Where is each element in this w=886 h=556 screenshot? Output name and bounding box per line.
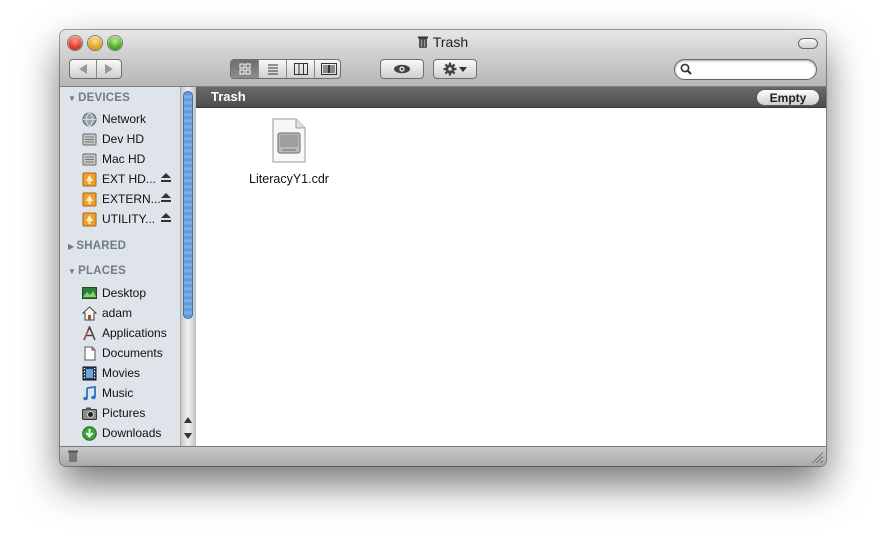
eject-icon[interactable]: [161, 193, 171, 205]
sidebar-item-label: EXT HD...: [102, 172, 156, 186]
action-menu-button[interactable]: [433, 59, 477, 79]
view-mode-group: [230, 59, 341, 79]
music-note-icon: [82, 385, 97, 401]
search-icon: [680, 63, 692, 75]
scroll-up-arrow-icon[interactable]: [184, 417, 192, 423]
external-drive-icon: [82, 192, 97, 207]
disclosure-open-icon: ▼: [68, 94, 77, 103]
back-button[interactable]: [70, 60, 97, 78]
scroll-down-arrow-icon[interactable]: [184, 433, 192, 439]
shared-section-header[interactable]: ▶ SHARED: [68, 240, 126, 252]
desktop-icon: [82, 286, 97, 301]
sidebar-item-applications[interactable]: Applications: [82, 324, 174, 342]
hard-drive-icon: [82, 132, 97, 147]
empty-trash-button[interactable]: Empty: [756, 89, 820, 106]
sidebar-item-network[interactable]: Network: [82, 110, 174, 128]
sidebar-item-downloads[interactable]: Downloads: [82, 424, 174, 442]
sidebar-item-label: Downloads: [102, 426, 162, 440]
sidebar-item-mac-hd[interactable]: Mac HD: [82, 150, 174, 168]
window-title: Trash: [432, 34, 469, 50]
icon-view-button[interactable]: [231, 60, 259, 78]
disk-image-document-icon: [272, 118, 306, 163]
file-name-label: LiteracyY1.cdr: [249, 172, 329, 186]
shared-header-label: SHARED: [76, 240, 127, 252]
sidebar-item-music[interactable]: Music: [82, 384, 174, 402]
network-globe-icon: [82, 112, 97, 127]
list-view-icon: [267, 64, 278, 75]
back-arrow-icon: [79, 64, 87, 74]
sidebar-item-pictures[interactable]: Pictures: [82, 404, 174, 422]
sidebar-item-label: Mac HD: [102, 152, 146, 166]
sidebar-item-label: Network: [102, 112, 147, 126]
search-input[interactable]: [695, 62, 814, 78]
folder-header-bar: Trash Empty: [196, 87, 826, 108]
applications-icon: [82, 325, 97, 341]
sidebar-item-label: Music: [102, 386, 134, 400]
status-bar: [60, 446, 826, 466]
sidebar-item-label: Movies: [102, 366, 141, 380]
finder-window: Trash ▼ DEVICES Network Dev HD Mac HD EX…: [60, 30, 826, 466]
eject-icon[interactable]: [161, 213, 171, 225]
column-view-button[interactable]: [287, 60, 315, 78]
external-drive-icon: [82, 172, 97, 187]
folder-title: Trash: [211, 89, 246, 104]
file-browser-area: LiteracyY1.cdr: [196, 108, 826, 446]
sidebar-item-dev-hd[interactable]: Dev HD: [82, 130, 174, 148]
back-forward-group: [69, 59, 122, 79]
sidebar-item-label: Documents: [102, 346, 163, 360]
forward-button[interactable]: [96, 60, 122, 78]
icon-view-icon: [239, 63, 250, 75]
sidebar-item-label: Dev HD: [102, 132, 145, 146]
download-arrow-icon: [82, 425, 97, 441]
list-view-button[interactable]: [259, 60, 287, 78]
hard-drive-icon: [82, 152, 97, 167]
sidebar-item-label: UTILITY...: [102, 212, 156, 226]
sidebar: ▼ DEVICES Network Dev HD Mac HD EXT HD..…: [60, 87, 195, 446]
devices-section-header[interactable]: ▼ DEVICES: [68, 92, 130, 104]
search-field[interactable]: [674, 59, 817, 80]
window-title-area: Trash: [60, 34, 826, 50]
disclosure-open-icon: ▼: [68, 267, 77, 276]
sidebar-item-label: Applications: [102, 326, 167, 340]
forward-arrow-icon: [105, 64, 113, 74]
sidebar-item-adam[interactable]: adam: [82, 304, 174, 322]
trash-icon: [68, 450, 78, 462]
external-drive-icon: [82, 212, 97, 227]
disclosure-closed-icon: ▶: [68, 242, 75, 251]
devices-header-label: DEVICES: [78, 92, 131, 104]
sidebar-item-desktop[interactable]: Desktop: [82, 284, 174, 302]
sidebar-scrollbar[interactable]: [180, 87, 195, 446]
sidebar-item-label: Pictures: [102, 406, 146, 420]
quick-look-button[interactable]: [380, 59, 424, 79]
coverflow-view-icon: [320, 63, 337, 75]
movies-icon: [82, 366, 97, 381]
places-section-header[interactable]: ▼ PLACES: [68, 265, 126, 277]
trash-icon: [417, 36, 428, 48]
home-icon: [82, 305, 97, 321]
sidebar-item-label: EXTERN...: [102, 192, 161, 206]
gear-icon: [443, 62, 457, 76]
title-toolbar: Trash: [60, 30, 826, 87]
sidebar-item-label: adam: [102, 306, 133, 320]
documents-icon: [82, 346, 97, 361]
scrollbar-thumb[interactable]: [183, 91, 193, 319]
resize-grip-icon[interactable]: [812, 452, 823, 463]
chevron-down-icon: [459, 66, 467, 72]
sidebar-item-label: Desktop: [102, 286, 147, 300]
sidebar-item-movies[interactable]: Movies: [82, 364, 174, 382]
eject-icon[interactable]: [161, 173, 171, 185]
sidebar-item-documents[interactable]: Documents: [82, 344, 174, 362]
column-view-icon: [293, 63, 308, 75]
toolbar-toggle-button[interactable]: [798, 38, 818, 49]
camera-icon: [82, 406, 97, 421]
eye-icon: [394, 64, 410, 74]
places-header-label: PLACES: [78, 265, 126, 277]
coverflow-view-button[interactable]: [315, 60, 342, 78]
file-item[interactable]: LiteracyY1.cdr: [239, 118, 339, 190]
